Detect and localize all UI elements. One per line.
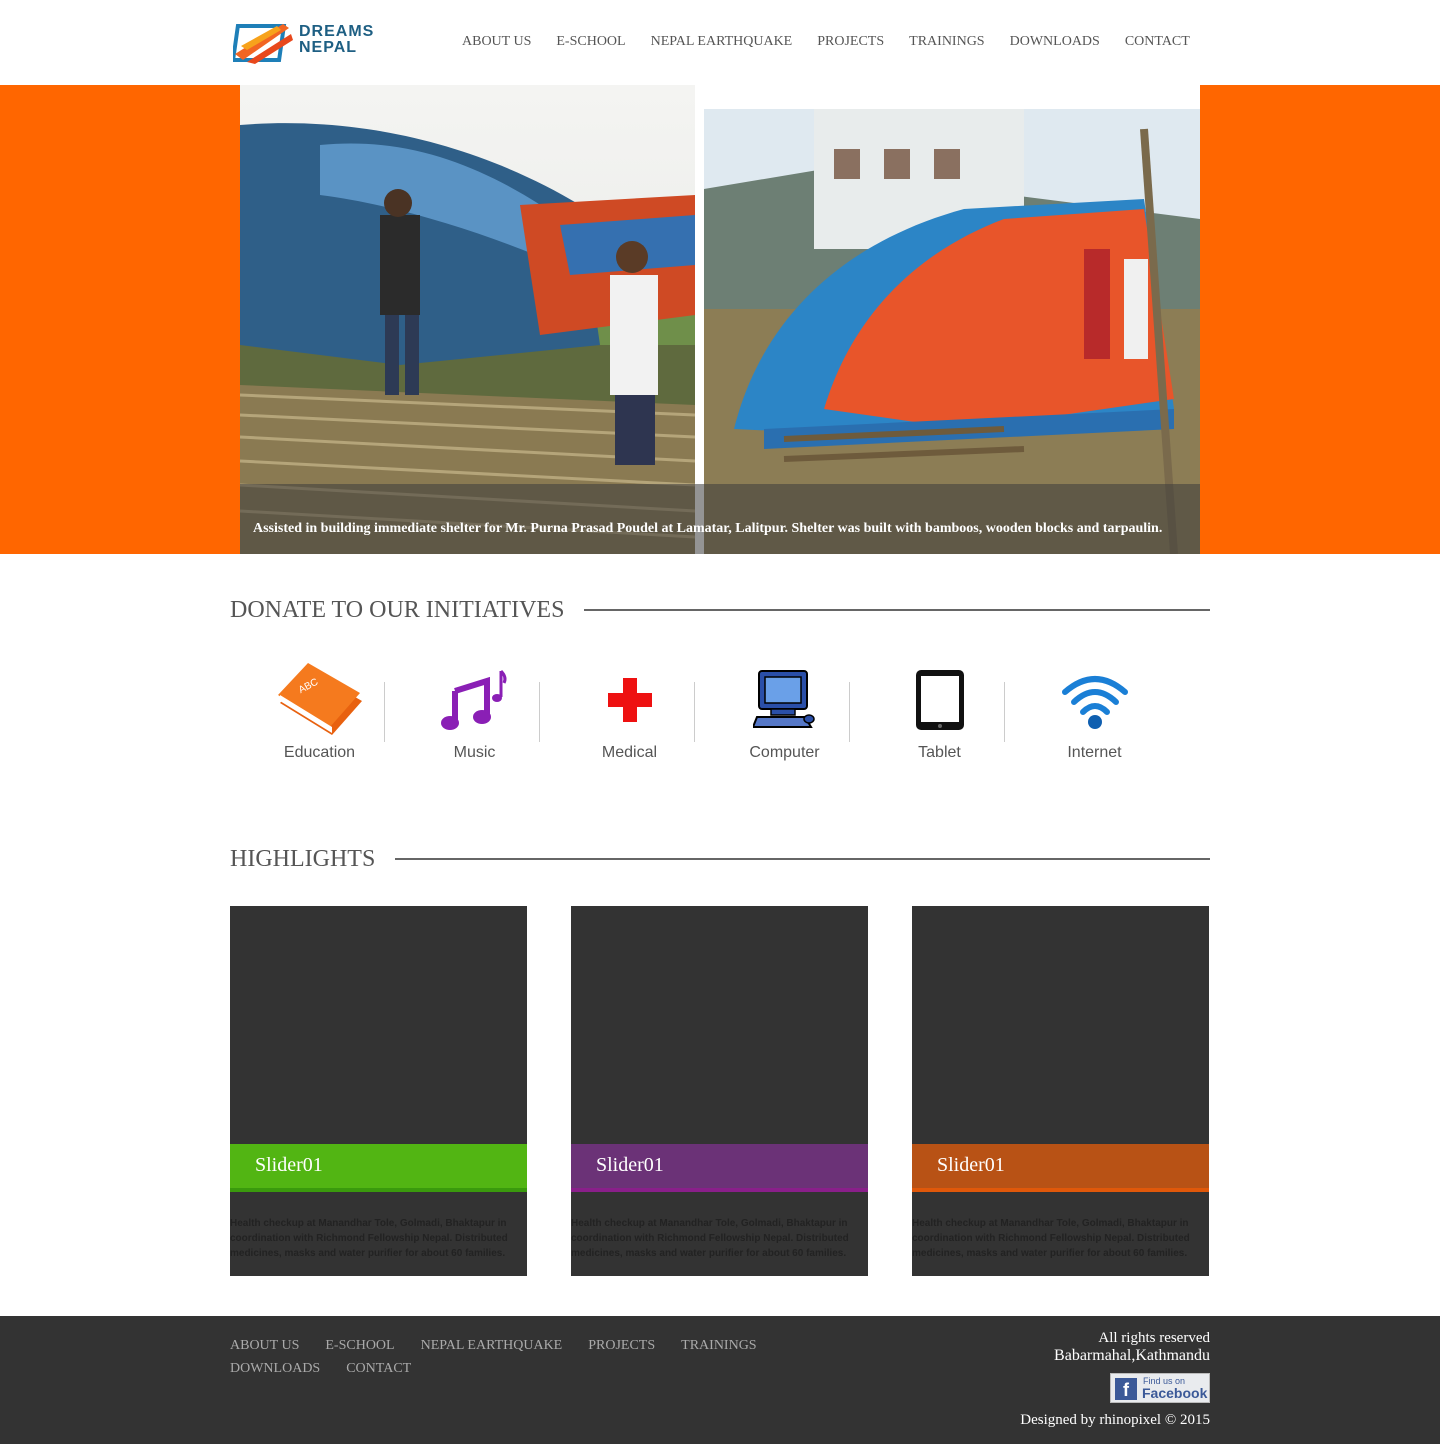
card-title-bar: Slider01 <box>912 1144 1209 1192</box>
logo[interactable]: DREAMS NEPAL <box>230 18 393 66</box>
initiative-divider <box>539 682 540 742</box>
donate-title-rule <box>584 609 1210 611</box>
footer-nav-e-school[interactable]: E-SCHOOL <box>325 1334 394 1357</box>
designed-by: Designed by rhinopixel © 2015 <box>1020 1412 1210 1428</box>
site-footer: ABOUT US E-SCHOOL NEPAL EARTHQUAKE PROJE… <box>0 1316 1440 1444</box>
footer-nav-nepal-earthquake[interactable]: NEPAL EARTHQUAKE <box>421 1334 563 1357</box>
nav-nepal-earthquake[interactable]: NEPAL EARTHQUAKE <box>651 34 793 50</box>
facebook-button[interactable]: f Find us on Facebook <box>1110 1373 1210 1403</box>
site-header: DREAMS NEPAL ABOUT US E-SCHOOL NEPAL EAR… <box>0 0 1440 85</box>
initiative-education[interactable]: ABC Education <box>242 660 397 770</box>
nav-about-us[interactable]: ABOUT US <box>462 34 531 50</box>
medical-cross-icon <box>552 660 707 740</box>
rights-text: All rights reserved <box>1098 1330 1210 1346</box>
card-text: Health checkup at Manandhar Tole, Golmad… <box>912 1218 1190 1259</box>
initiative-computer[interactable]: Computer <box>707 660 862 770</box>
card-title: Slider01 <box>596 1154 664 1176</box>
highlights-title: HIGHLIGHTS <box>230 846 376 872</box>
highlight-card[interactable]: Slider01 Health checkup at Manandhar Tol… <box>571 906 868 1276</box>
nav-e-school[interactable]: E-SCHOOL <box>556 34 625 50</box>
initiative-music[interactable]: Music <box>397 660 552 770</box>
music-note-icon <box>397 660 552 740</box>
main-nav: ABOUT US E-SCHOOL NEPAL EARTHQUAKE PROJE… <box>462 34 1190 50</box>
initiative-divider <box>694 682 695 742</box>
logo-line-2: NEPAL <box>299 39 358 56</box>
initiative-internet[interactable]: Internet <box>1017 660 1172 770</box>
wifi-icon <box>1017 660 1172 740</box>
nav-contact[interactable]: CONTACT <box>1125 34 1190 50</box>
address-text: Babarmahal,Kathmandu <box>1054 1347 1210 1364</box>
donate-title: DONATE TO OUR INITIATIVES <box>230 597 565 623</box>
footer-nav-about-us[interactable]: ABOUT US <box>230 1334 299 1357</box>
facebook-big-text: Facebook <box>1142 1385 1208 1401</box>
footer-nav-projects[interactable]: PROJECTS <box>588 1334 655 1357</box>
book-icon: ABC <box>242 660 397 740</box>
initiative-label: Internet <box>1067 744 1122 761</box>
initiative-divider <box>384 682 385 742</box>
footer-nav-downloads[interactable]: DOWNLOADS <box>230 1357 320 1380</box>
hero-caption: Assisted in building immediate shelter f… <box>253 521 1163 536</box>
nav-downloads[interactable]: DOWNLOADS <box>1010 34 1100 50</box>
card-text: Health checkup at Manandhar Tole, Golmad… <box>230 1218 508 1259</box>
card-title: Slider01 <box>937 1154 1005 1176</box>
footer-info: All rights reserved Babarmahal,Kathmandu <box>1054 1330 1210 1365</box>
nav-trainings[interactable]: TRAININGS <box>909 34 984 50</box>
initiative-label: Computer <box>749 744 820 761</box>
card-title-bar: Slider01 <box>571 1144 868 1192</box>
hero-slider[interactable]: Assisted in building immediate shelter f… <box>240 85 1200 554</box>
footer-nav-trainings[interactable]: TRAININGS <box>681 1334 756 1357</box>
caption-bar <box>240 484 1200 554</box>
card-title-bar: Slider01 <box>230 1144 527 1192</box>
logo-mark-icon <box>230 24 293 64</box>
initiative-label: Education <box>283 744 356 761</box>
initiative-label: Medical <box>601 744 658 761</box>
logo-line-1: DREAMS <box>299 23 375 40</box>
facebook-icon: f <box>1115 1378 1137 1400</box>
initiative-medical[interactable]: Medical <box>552 660 707 770</box>
initiative-divider <box>1004 682 1005 742</box>
card-text: Health checkup at Manandhar Tole, Golmad… <box>571 1218 849 1259</box>
initiative-label: Tablet <box>918 744 961 761</box>
footer-nav-contact[interactable]: CONTACT <box>346 1357 411 1380</box>
initiative-label: Music <box>453 744 496 761</box>
computer-icon <box>707 660 862 740</box>
initiative-tablet[interactable]: Tablet <box>862 660 1017 770</box>
tablet-icon <box>862 660 1017 740</box>
highlight-card[interactable]: Slider01 Health checkup at Manandhar Tol… <box>230 906 527 1276</box>
nav-projects[interactable]: PROJECTS <box>817 34 884 50</box>
highlights-title-rule <box>395 858 1210 860</box>
footer-nav: ABOUT US E-SCHOOL NEPAL EARTHQUAKE PROJE… <box>230 1334 790 1380</box>
highlight-card[interactable]: Slider01 Health checkup at Manandhar Tol… <box>912 906 1209 1276</box>
card-title: Slider01 <box>255 1154 323 1176</box>
initiative-divider <box>849 682 850 742</box>
